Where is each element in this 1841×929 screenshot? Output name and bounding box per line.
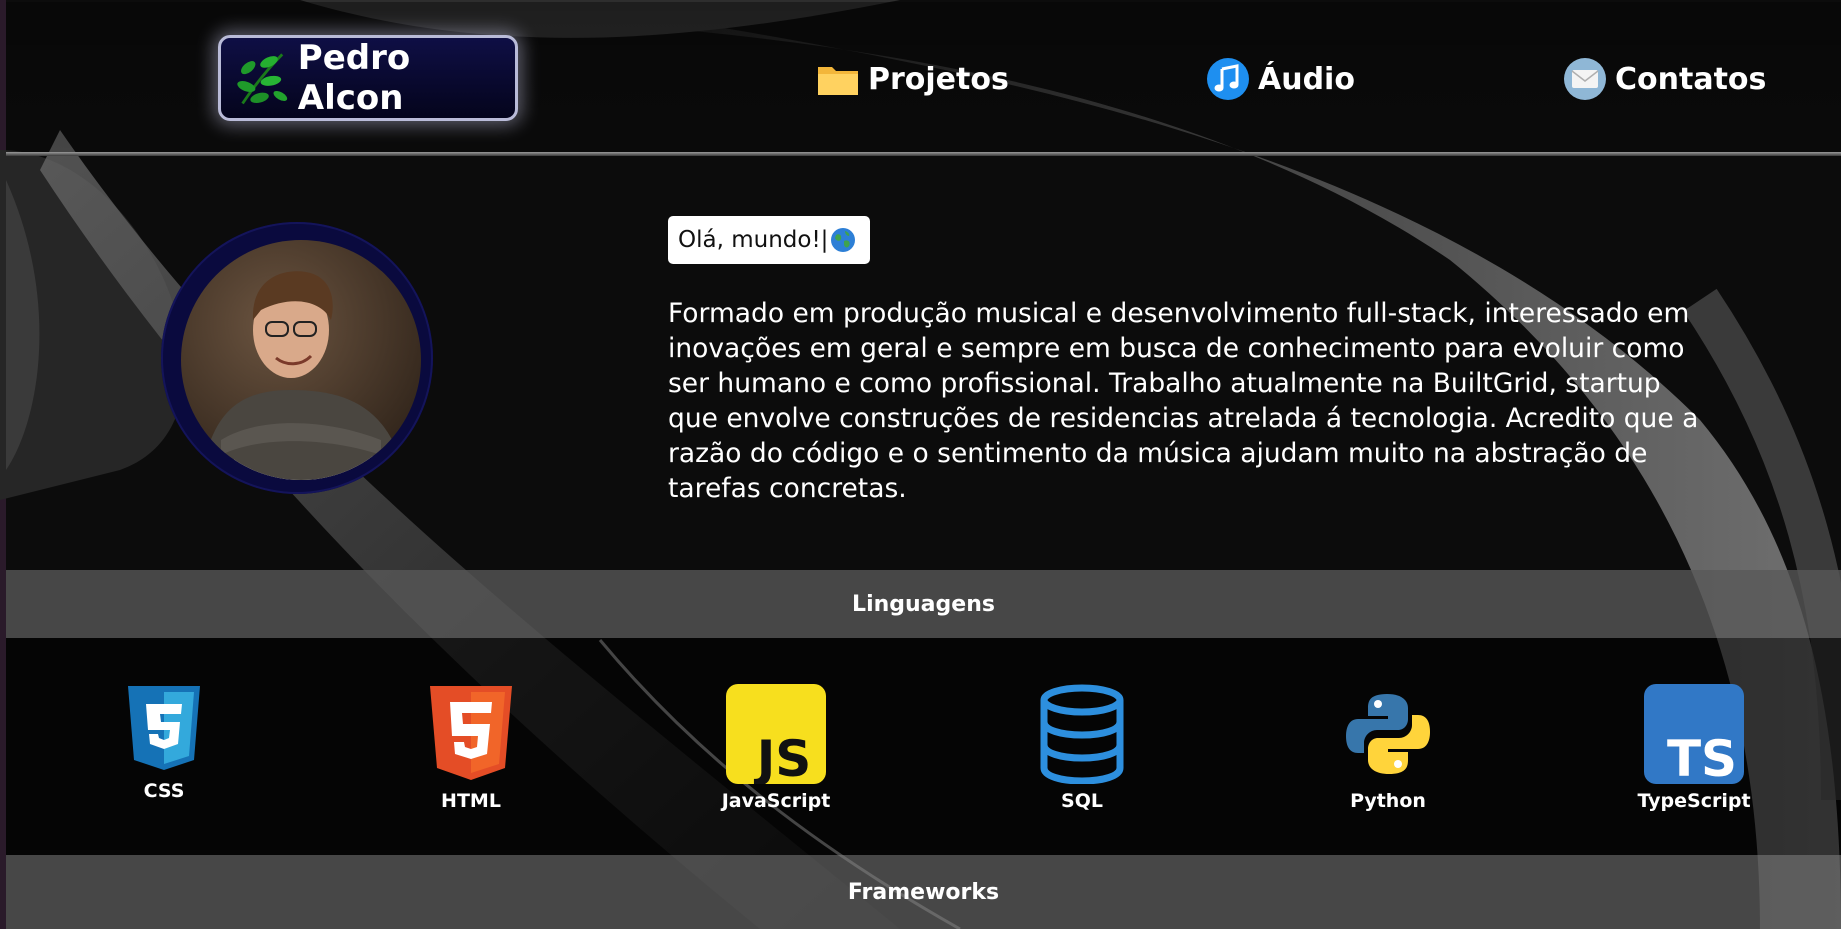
lang-label: SQL (1061, 790, 1103, 812)
brand-name: Pedro Alcon (297, 38, 411, 118)
nav-projetos[interactable]: Projetos (816, 54, 1009, 104)
envelope-icon (1564, 58, 1606, 100)
section-frameworks-title: Frameworks (847, 879, 1000, 905)
lang-python: Python (1318, 684, 1458, 812)
navbar: Pedro Alcon Projetos Áudio Contatos (6, 2, 1841, 152)
folder-icon (818, 67, 858, 95)
lang-html: HTML (401, 684, 541, 812)
avatar (181, 240, 421, 480)
brand-button[interactable]: Pedro Alcon (218, 35, 518, 121)
globe-icon (831, 228, 856, 252)
greeting-badge: Olá, mundo!| (668, 216, 871, 264)
nav-projetos-label: Projetos (868, 61, 1009, 97)
lang-typescript: TS TypeScript (1624, 684, 1764, 812)
leaf-logo-icon (237, 53, 288, 105)
lang-label: JavaScript (721, 790, 831, 812)
css3-icon (128, 686, 200, 770)
nav-audio-label: Áudio (1258, 61, 1355, 97)
nav-divider (6, 152, 1841, 156)
python-icon (1346, 694, 1430, 774)
nav-contatos[interactable]: Contatos (1563, 54, 1766, 104)
lang-label: HTML (441, 790, 501, 812)
svg-text:TS: TS (1667, 730, 1737, 784)
lang-sql: SQL (1012, 684, 1152, 812)
svg-text:JS: JS (754, 730, 812, 784)
nav-audio[interactable]: Áudio (1206, 54, 1355, 104)
lang-label: TypeScript (1637, 790, 1751, 812)
section-frameworks-header: Frameworks (6, 855, 1841, 929)
section-languages-title: Linguagens (852, 591, 995, 617)
nav-contatos-label: Contatos (1615, 61, 1767, 97)
html5-icon (430, 686, 512, 780)
javascript-icon: JS (726, 684, 826, 784)
page: Pedro Alcon Projetos Áudio Contatos Olá,… (6, 2, 1841, 929)
lang-label: Python (1350, 790, 1426, 812)
typescript-icon: TS (1644, 684, 1744, 784)
lang-css: CSS (94, 684, 234, 802)
languages-list: CSS HTML JS JavaScript SQL Python TS Typ… (6, 638, 1841, 855)
lang-label: CSS (143, 780, 185, 802)
database-icon (1040, 684, 1124, 784)
greeting-text: Olá, mundo!| (678, 227, 829, 253)
section-languages-header: Linguagens (6, 570, 1841, 638)
music-note-icon (1207, 58, 1249, 100)
bio-text: Formado em produção musical e desenvolvi… (668, 298, 1699, 504)
lang-javascript: JS JavaScript (706, 684, 846, 812)
